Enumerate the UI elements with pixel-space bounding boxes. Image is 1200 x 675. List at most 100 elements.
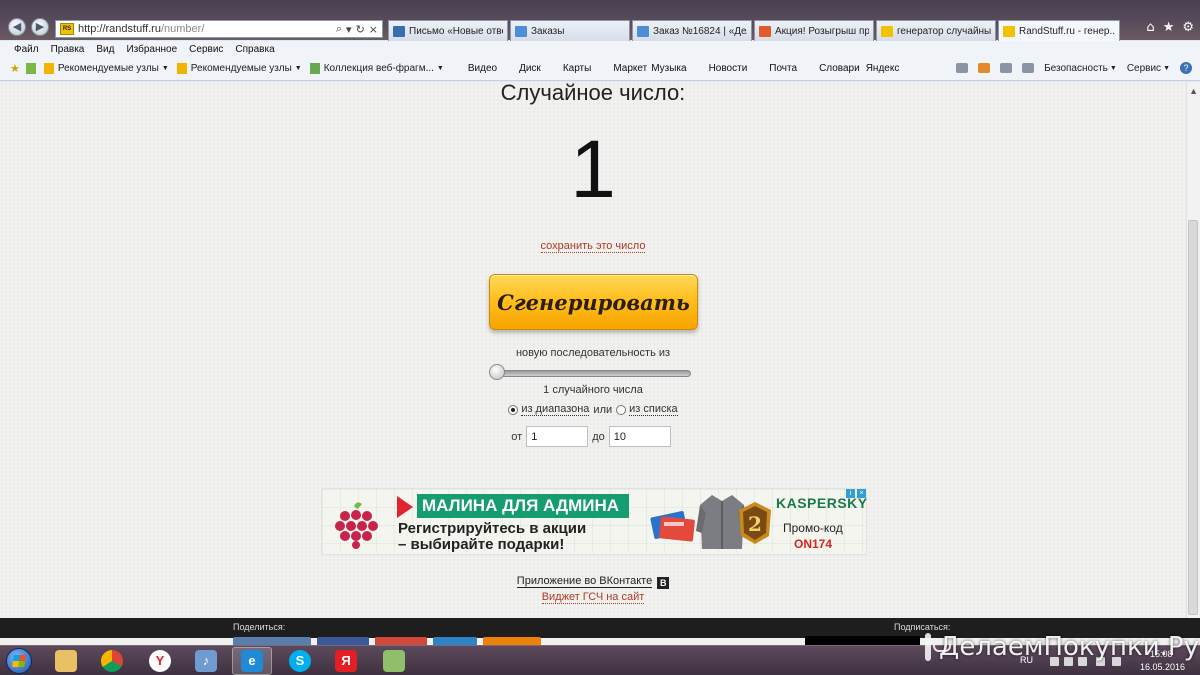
taskbar-skype[interactable]: S bbox=[280, 647, 320, 675]
yandex-browser-icon: Y bbox=[149, 650, 171, 672]
tab-strip: Письмо «Новые ответ... Заказы Заказ №16824… bbox=[388, 20, 1122, 41]
browser-tab[interactable]: RandStuff.ru - генер... bbox=[998, 20, 1120, 41]
vk-app-link[interactable]: Приложение во ВКонтакте В bbox=[0, 575, 1186, 589]
count-slider-track[interactable] bbox=[494, 370, 691, 377]
favorite-item-recommended-2[interactable]: Рекомендуемые узлы ▼ bbox=[176, 63, 302, 74]
taskbar-yandex[interactable]: Я bbox=[326, 647, 366, 675]
menu-item[interactable]: Правка bbox=[51, 44, 85, 55]
skype-icon: S bbox=[289, 650, 311, 672]
tab-label: Заказ №16824 | «Делае... bbox=[653, 25, 747, 37]
menu-item[interactable]: Справка bbox=[235, 44, 274, 55]
forward-button[interactable]: ▶ bbox=[31, 18, 49, 36]
taskbar-explorer[interactable] bbox=[46, 647, 86, 675]
vk-icon[interactable]: В bbox=[657, 577, 670, 589]
suggested-sites-icon[interactable] bbox=[25, 63, 36, 74]
range-option-label[interactable]: из диапазона bbox=[521, 403, 590, 416]
search-icon[interactable]: ⌕ bbox=[336, 22, 342, 36]
share-ok-button[interactable] bbox=[433, 637, 477, 645]
home-icon[interactable]: ⌂ bbox=[1146, 20, 1154, 35]
security-menu[interactable]: Безопасность bbox=[1044, 63, 1108, 74]
vk-app-label[interactable]: Приложение во ВКонтакте bbox=[516, 575, 653, 588]
tools-icon[interactable] bbox=[956, 63, 969, 73]
widget-label[interactable]: Виджет ГСЧ на сайт bbox=[541, 591, 645, 604]
internet-explorer-icon: e bbox=[241, 650, 263, 672]
ad-choices[interactable]: i × bbox=[846, 489, 866, 498]
share-buttons bbox=[233, 637, 541, 645]
ad-close-icon[interactable]: × bbox=[857, 489, 866, 498]
command-bar: Безопасность ▼ Сервис ▼ ? bbox=[956, 62, 1192, 74]
service-maps[interactable]: Карты bbox=[563, 63, 592, 74]
window-controls: ⌂ ★ ⚙ bbox=[1146, 20, 1194, 35]
scroll-thumb[interactable] bbox=[1188, 220, 1198, 615]
ad-title: МАЛИНА ДЛЯ АДМИНА bbox=[417, 494, 629, 518]
to-input[interactable] bbox=[608, 426, 671, 447]
scroll-up-arrow-icon[interactable]: ▲ bbox=[1189, 86, 1198, 96]
tab-favicon-icon bbox=[1003, 25, 1015, 37]
share-gplus-button[interactable] bbox=[375, 637, 427, 645]
menu-bar: Файл Правка Вид Избранное Сервис Справка bbox=[0, 41, 1200, 57]
dropdown-icon[interactable]: ▾ bbox=[346, 23, 352, 36]
browser-tab[interactable]: Акция! Розыгрыш при... bbox=[754, 20, 874, 41]
share-facebook-button[interactable] bbox=[317, 637, 369, 645]
back-button[interactable]: ◀ bbox=[8, 18, 26, 36]
favorite-item-webslices[interactable]: Коллекция веб-фрагм... ▼ bbox=[309, 63, 444, 74]
browser-tab[interactable]: генератор случайных ... bbox=[876, 20, 996, 41]
widget-link[interactable]: Виджет ГСЧ на сайт bbox=[0, 591, 1186, 604]
service-yandex[interactable]: Яндекс bbox=[866, 63, 900, 74]
taskbar-volume[interactable]: ♪ bbox=[186, 647, 226, 675]
ad-info-icon[interactable]: i bbox=[846, 489, 855, 498]
service-mail[interactable]: Почта bbox=[769, 63, 797, 74]
share-label: Поделиться: bbox=[233, 622, 286, 632]
windows-logo-icon bbox=[12, 655, 26, 667]
range-inputs: от до bbox=[0, 426, 1186, 447]
to-label: до bbox=[592, 430, 605, 443]
tab-label: Письмо «Новые ответ... bbox=[409, 25, 503, 37]
share-odnoklassniki-button[interactable] bbox=[483, 637, 541, 645]
share-vk-button[interactable] bbox=[233, 637, 311, 645]
address-bar[interactable]: RS http://randstuff.ru/number/ ⌕ ▾ ↻ × bbox=[55, 20, 383, 38]
range-radio[interactable] bbox=[508, 404, 519, 415]
save-number-label[interactable]: сохранить это число bbox=[540, 240, 646, 253]
list-radio[interactable] bbox=[616, 404, 627, 415]
save-number-link[interactable]: сохранить это число bbox=[0, 240, 1186, 253]
service-dictionaries[interactable]: Словари bbox=[819, 63, 860, 74]
menu-item[interactable]: Избранное bbox=[126, 44, 177, 55]
generate-button[interactable]: Сгенерировать bbox=[489, 274, 698, 330]
service-music[interactable]: Музыка bbox=[651, 63, 686, 74]
mail-icon[interactable] bbox=[1000, 63, 1013, 73]
settings-gear-icon[interactable]: ⚙ bbox=[1182, 20, 1194, 35]
from-input[interactable] bbox=[526, 426, 589, 447]
feeds-icon[interactable] bbox=[978, 63, 991, 73]
tools-menu[interactable]: Сервис bbox=[1127, 63, 1161, 74]
service-news[interactable]: Новости bbox=[709, 63, 748, 74]
print-icon[interactable] bbox=[1022, 63, 1035, 73]
refresh-icon[interactable]: ↻ bbox=[356, 23, 365, 36]
close-icon[interactable]: × bbox=[369, 23, 378, 36]
favorite-item-recommended-1[interactable]: Рекомендуемые узлы ▼ bbox=[43, 63, 169, 74]
browser-tab[interactable]: Заказы bbox=[510, 20, 630, 41]
count-slider-handle[interactable] bbox=[489, 364, 505, 380]
list-option-label[interactable]: из списка bbox=[629, 403, 678, 416]
favorites-star-icon[interactable]: ★ bbox=[1163, 20, 1175, 35]
tab-favicon-icon bbox=[759, 25, 771, 37]
folder-icon bbox=[55, 650, 77, 672]
address-url[interactable]: http://randstuff.ru/number/ bbox=[78, 23, 332, 35]
browser-tab[interactable]: Заказ №16824 | «Делае... bbox=[632, 20, 752, 41]
menu-item[interactable]: Вид bbox=[96, 44, 114, 55]
taskbar-chrome[interactable] bbox=[92, 647, 132, 675]
help-icon[interactable]: ? bbox=[1180, 62, 1192, 74]
bing-icon bbox=[176, 63, 187, 74]
menu-item[interactable]: Сервис bbox=[189, 44, 223, 55]
taskbar-yandex-browser[interactable]: Y bbox=[140, 647, 180, 675]
favorite-label: Рекомендуемые узлы bbox=[57, 63, 159, 74]
promo-label: Промо-код bbox=[783, 521, 843, 535]
taskbar-calculator[interactable] bbox=[374, 647, 414, 675]
service-video[interactable]: Видео bbox=[468, 63, 497, 74]
taskbar-ie[interactable]: e bbox=[232, 647, 272, 675]
add-favorite-icon[interactable]: ★ bbox=[10, 62, 20, 75]
browser-tab[interactable]: Письмо «Новые ответ... bbox=[388, 20, 508, 41]
favorite-label: Коллекция веб-фрагм... bbox=[323, 63, 434, 74]
service-market[interactable]: Маркет bbox=[613, 63, 647, 74]
service-disk[interactable]: Диск bbox=[519, 63, 541, 74]
menu-item[interactable]: Файл bbox=[14, 44, 39, 55]
